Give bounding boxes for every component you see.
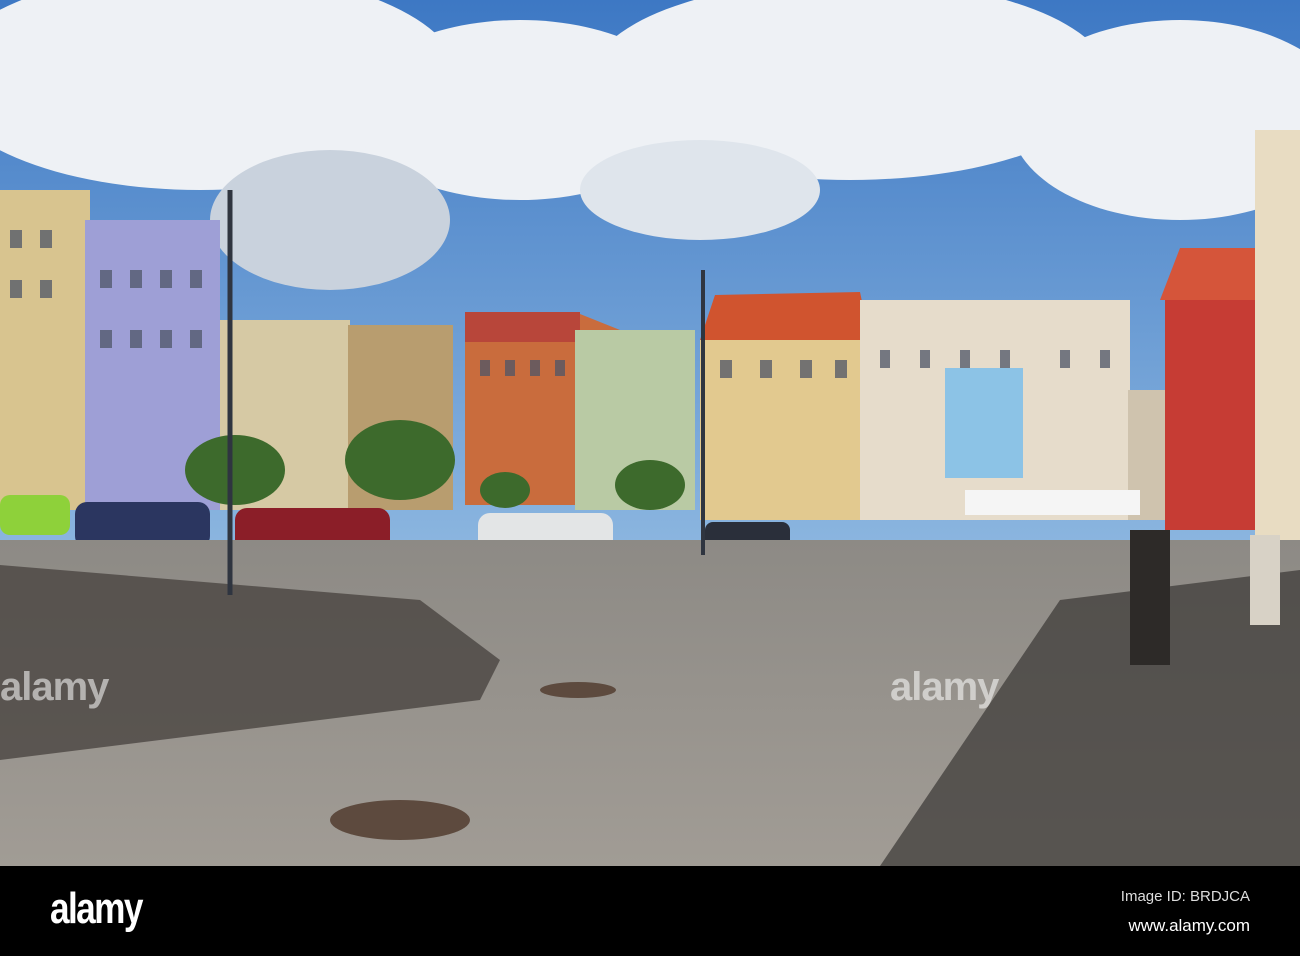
sign-banner [945, 368, 1023, 478]
alamy-logo: alamy [50, 884, 143, 933]
site-url: www.alamy.com [1128, 916, 1250, 935]
town-square-photo [0, 0, 1300, 866]
stock-photo: alamy alamy alamy Image ID: BRDJCA www.a… [0, 0, 1300, 956]
image-id: Image ID: BRDJCA [1120, 888, 1250, 905]
pedestrian [1130, 530, 1170, 665]
manhole [540, 682, 616, 698]
manhole [330, 800, 470, 840]
umbrella [965, 490, 1140, 515]
watermark-text: alamy [0, 665, 109, 709]
watermark-text: alamy [890, 665, 999, 709]
footer-bar: alamy Image ID: BRDJCA www.alamy.com [0, 866, 1300, 956]
pedestrian [1250, 535, 1280, 625]
